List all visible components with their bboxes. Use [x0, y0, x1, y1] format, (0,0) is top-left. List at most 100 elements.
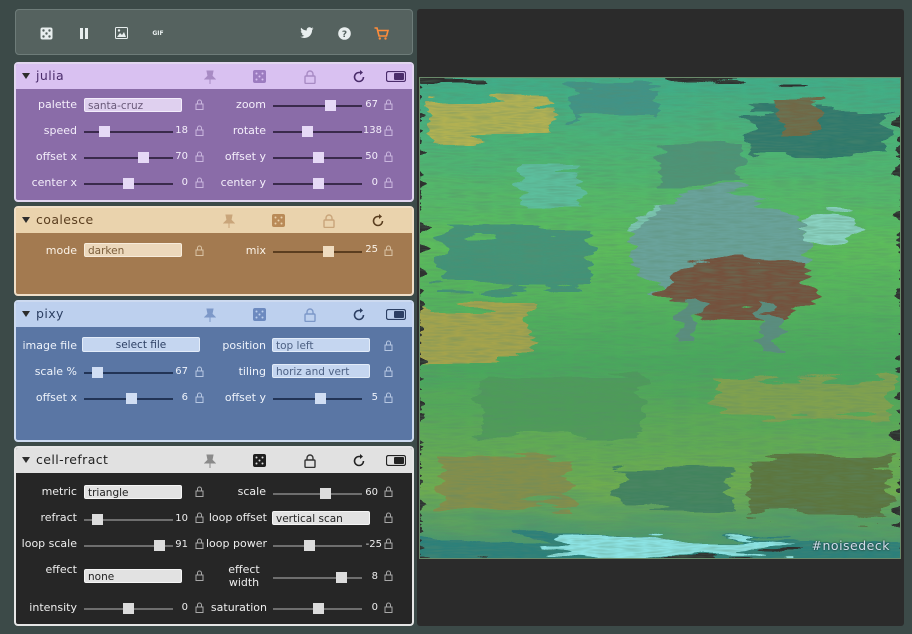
- slider-knob[interactable]: [301, 126, 313, 137]
- randomize-dice-icon[interactable]: [252, 69, 267, 84]
- palette-select[interactable]: santa-cruz: [84, 98, 182, 112]
- mode-select[interactable]: darken: [84, 243, 182, 257]
- collapse-triangle-icon[interactable]: [22, 457, 30, 463]
- reset-icon[interactable]: [351, 69, 366, 84]
- pixy-panel-header[interactable]: pixy: [16, 302, 412, 327]
- saturation-slider[interactable]: [273, 603, 362, 614]
- mix-slider[interactable]: [273, 246, 362, 257]
- slider-knob[interactable]: [323, 246, 335, 257]
- effect-select[interactable]: none: [84, 569, 182, 583]
- refract-slider[interactable]: [84, 514, 173, 525]
- randomize-dice-icon[interactable]: [252, 307, 267, 322]
- offset-x-slider[interactable]: [84, 393, 173, 404]
- lock-icon[interactable]: [302, 307, 317, 322]
- enable-toggle[interactable]: [386, 307, 406, 322]
- pin-icon[interactable]: [202, 453, 217, 468]
- lock-icon[interactable]: [195, 98, 204, 110]
- speed-slider[interactable]: [84, 126, 173, 137]
- lock-icon[interactable]: [195, 244, 204, 256]
- slider-knob[interactable]: [126, 393, 138, 404]
- twitter-button[interactable]: [298, 24, 316, 42]
- lock-icon[interactable]: [384, 485, 393, 497]
- pin-icon[interactable]: [202, 307, 217, 322]
- reset-icon[interactable]: [351, 307, 366, 322]
- lock-icon[interactable]: [384, 511, 393, 523]
- slider-knob[interactable]: [312, 152, 324, 163]
- slider-knob[interactable]: [98, 126, 110, 137]
- lock-icon[interactable]: [384, 569, 393, 581]
- collapse-triangle-icon[interactable]: [22, 217, 30, 223]
- lock-icon[interactable]: [384, 244, 393, 256]
- select-file-button[interactable]: select file: [82, 337, 200, 352]
- slider-knob[interactable]: [335, 572, 347, 583]
- lock-icon[interactable]: [195, 485, 204, 497]
- help-button[interactable]: ?: [335, 24, 353, 42]
- lock-icon[interactable]: [195, 391, 204, 403]
- slider-knob[interactable]: [303, 540, 315, 551]
- lock-icon[interactable]: [195, 124, 204, 136]
- slider-knob[interactable]: [324, 100, 336, 111]
- slider-knob[interactable]: [92, 514, 104, 525]
- loop-offset-select[interactable]: vertical scan: [272, 511, 370, 525]
- lock-icon[interactable]: [384, 391, 393, 403]
- slider-knob[interactable]: [313, 603, 325, 614]
- lock-icon[interactable]: [384, 365, 393, 377]
- reset-icon[interactable]: [351, 453, 366, 468]
- lock-icon[interactable]: [384, 150, 393, 162]
- lock-icon[interactable]: [321, 213, 336, 228]
- scale-slider[interactable]: [273, 488, 362, 499]
- rotate-slider[interactable]: [273, 126, 362, 137]
- coalesce-panel-header[interactable]: coalesce: [16, 208, 412, 233]
- randomize-dice-icon[interactable]: [252, 453, 267, 468]
- lock-icon[interactable]: [384, 339, 393, 351]
- randomize-dice-icon[interactable]: [271, 213, 286, 228]
- offset-y-slider[interactable]: [273, 393, 362, 404]
- reset-icon[interactable]: [370, 213, 385, 228]
- scale-slider[interactable]: [84, 367, 173, 378]
- pause-button[interactable]: [75, 24, 93, 42]
- enable-toggle[interactable]: [386, 69, 406, 84]
- save-image-button[interactable]: [112, 24, 130, 42]
- lock-icon[interactable]: [195, 176, 204, 188]
- lock-icon[interactable]: [195, 365, 204, 377]
- random-dice-button[interactable]: [37, 24, 55, 42]
- gif-button[interactable]: GIF: [149, 24, 167, 42]
- offset-y-slider[interactable]: [273, 152, 362, 163]
- cell-refract-panel-header[interactable]: cell-refract: [16, 448, 412, 473]
- julia-panel-header[interactable]: julia: [16, 64, 412, 89]
- lock-icon[interactable]: [302, 453, 317, 468]
- pin-icon[interactable]: [221, 213, 236, 228]
- metric-select[interactable]: triangle: [84, 485, 182, 499]
- center-x-slider[interactable]: [84, 178, 173, 189]
- collapse-triangle-icon[interactable]: [22, 311, 30, 317]
- tiling-select[interactable]: horiz and vert: [272, 364, 370, 378]
- slider-knob[interactable]: [92, 367, 104, 378]
- lock-icon[interactable]: [384, 176, 393, 188]
- collapse-triangle-icon[interactable]: [22, 73, 30, 79]
- effect-width-slider[interactable]: [273, 572, 362, 583]
- loop-scale-slider[interactable]: [84, 540, 173, 551]
- pin-icon[interactable]: [202, 69, 217, 84]
- center-y-slider[interactable]: [273, 178, 362, 189]
- lock-icon[interactable]: [384, 601, 393, 613]
- shop-cart-button[interactable]: [372, 24, 390, 42]
- lock-icon[interactable]: [384, 124, 393, 136]
- slider-knob[interactable]: [122, 603, 134, 614]
- slider-knob[interactable]: [312, 178, 324, 189]
- offset-x-slider[interactable]: [84, 152, 173, 163]
- lock-icon[interactable]: [195, 150, 204, 162]
- loop-power-slider[interactable]: [273, 540, 362, 551]
- lock-icon[interactable]: [302, 69, 317, 84]
- slider-knob[interactable]: [122, 178, 134, 189]
- output-canvas[interactable]: #noisedeck: [419, 77, 901, 559]
- enable-toggle[interactable]: [386, 453, 406, 468]
- slider-knob[interactable]: [315, 393, 327, 404]
- lock-icon[interactable]: [195, 569, 204, 581]
- lock-icon[interactable]: [384, 98, 393, 110]
- lock-icon[interactable]: [384, 537, 393, 549]
- slider-knob[interactable]: [137, 152, 149, 163]
- position-select[interactable]: top left: [272, 338, 370, 352]
- slider-knob[interactable]: [319, 488, 331, 499]
- intensity-slider[interactable]: [84, 603, 173, 614]
- zoom-slider[interactable]: [273, 100, 362, 111]
